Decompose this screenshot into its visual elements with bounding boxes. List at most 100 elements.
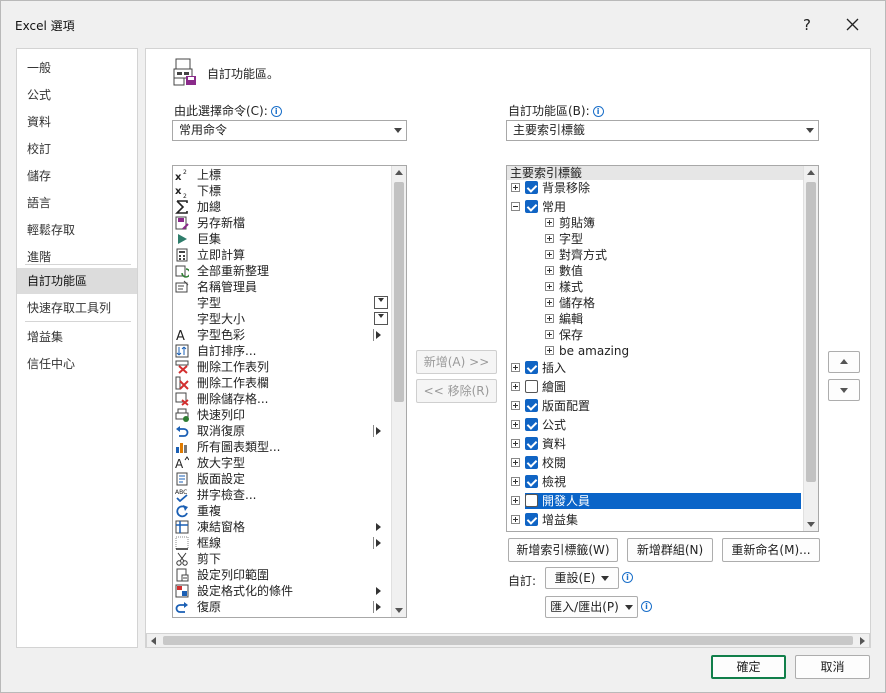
- new-group-button[interactable]: 新增群組(N): [627, 538, 713, 562]
- ribbon-tab-node[interactable]: 增益集: [507, 512, 803, 528]
- collapse-icon[interactable]: [511, 202, 520, 211]
- command-item[interactable]: 刪除工作表欄: [173, 375, 393, 391]
- ribbon-group-node[interactable]: 數值: [507, 263, 803, 279]
- expand-icon[interactable]: [545, 234, 554, 243]
- horizontal-scrollbar[interactable]: [146, 633, 870, 648]
- move-up-button[interactable]: [828, 351, 860, 373]
- command-item[interactable]: x 2 上標: [173, 167, 393, 183]
- command-item[interactable]: 字型: [173, 295, 393, 311]
- tab-checkbox[interactable]: [525, 399, 538, 412]
- command-item[interactable]: 設定格式化的條件: [173, 583, 393, 599]
- command-item[interactable]: 加總: [173, 199, 393, 215]
- customize-ribbon-combo[interactable]: 主要索引標籤: [506, 120, 819, 141]
- nav-item[interactable]: 增益集: [17, 324, 137, 350]
- ribbon-tab-node[interactable]: 檢視: [507, 474, 803, 490]
- command-item[interactable]: 取消復原: [173, 423, 393, 439]
- nav-item[interactable]: 一般: [17, 55, 137, 81]
- ribbon-tree[interactable]: 主要索引標籤 背景移除 常用 剪貼簿 字型 對齊方式 數值 樣式 儲存格 編輯 保存 be amaz…: [506, 165, 819, 532]
- tab-checkbox[interactable]: [525, 513, 538, 526]
- ok-button[interactable]: 確定: [711, 655, 786, 679]
- command-item[interactable]: 巨集: [173, 231, 393, 247]
- ribbon-tab-node[interactable]: 背景移除: [507, 180, 803, 196]
- ribbon-tab-node[interactable]: 校閱: [507, 455, 803, 471]
- command-item[interactable]: 另存新檔: [173, 215, 393, 231]
- tab-checkbox[interactable]: [525, 181, 538, 194]
- nav-item[interactable]: 公式: [17, 82, 137, 108]
- expand-icon[interactable]: [511, 496, 520, 505]
- expand-icon[interactable]: [511, 515, 520, 524]
- expand-icon[interactable]: [545, 282, 554, 291]
- tab-checkbox[interactable]: [525, 380, 538, 393]
- help-button[interactable]: ?: [792, 11, 822, 39]
- tab-checkbox[interactable]: [525, 456, 538, 469]
- ribbon-group-node[interactable]: 字型: [507, 231, 803, 247]
- scroll-thumb[interactable]: [806, 182, 816, 482]
- tab-checkbox[interactable]: [525, 361, 538, 374]
- expand-icon[interactable]: [545, 298, 554, 307]
- rename-button[interactable]: 重新命名(M)...: [722, 538, 820, 562]
- scroll-thumb[interactable]: [163, 636, 853, 645]
- reset-button[interactable]: 重設(E): [545, 567, 619, 589]
- command-item[interactable]: 立即計算: [173, 247, 393, 263]
- scroll-thumb[interactable]: [394, 182, 404, 402]
- command-item[interactable]: 刪除儲存格...: [173, 391, 393, 407]
- command-item[interactable]: 名稱管理員: [173, 279, 393, 295]
- command-item[interactable]: 框線: [173, 535, 393, 551]
- expand-icon[interactable]: [511, 420, 520, 429]
- scroll-left-icon[interactable]: [151, 637, 156, 645]
- choose-commands-combo[interactable]: 常用命令: [172, 120, 407, 141]
- tab-checkbox[interactable]: [525, 437, 538, 450]
- command-item[interactable]: 字型大小: [173, 311, 393, 327]
- scroll-up-button[interactable]: [392, 166, 406, 180]
- tab-checkbox[interactable]: [525, 200, 538, 213]
- ribbon-tab-node[interactable]: 插入: [507, 360, 803, 376]
- ribbon-group-node[interactable]: 編輯: [507, 311, 803, 327]
- ribbon-group-node[interactable]: 儲存格: [507, 295, 803, 311]
- ribbon-group-node[interactable]: 剪貼簿: [507, 215, 803, 231]
- new-tab-button[interactable]: 新增索引標籤(W): [508, 538, 618, 562]
- command-item[interactable]: 自訂排序...: [173, 343, 393, 359]
- expand-icon[interactable]: [511, 458, 520, 467]
- expand-icon[interactable]: [545, 250, 554, 259]
- nav-item[interactable]: 校訂: [17, 136, 137, 162]
- ribbon-tab-node[interactable]: 開發人員: [507, 493, 803, 509]
- nav-item[interactable]: 資料: [17, 109, 137, 135]
- expand-icon[interactable]: [545, 330, 554, 339]
- command-item[interactable]: x 2 下標: [173, 183, 393, 199]
- nav-item[interactable]: 自訂功能區: [17, 268, 137, 294]
- ribbon-tab-node[interactable]: 繪圖: [507, 379, 803, 395]
- command-item[interactable]: 全部重新整理: [173, 263, 393, 279]
- ribbon-tab-node[interactable]: 公式: [507, 417, 803, 433]
- nav-item[interactable]: 信任中心: [17, 351, 137, 377]
- command-item[interactable]: 快速列印: [173, 407, 393, 423]
- ribbon-group-node[interactable]: be amazing: [507, 343, 803, 359]
- move-down-button[interactable]: [828, 379, 860, 401]
- ribbon-tab-node[interactable]: 資料: [507, 436, 803, 452]
- tree-scrollbar[interactable]: [803, 166, 818, 531]
- nav-item[interactable]: 快速存取工具列: [17, 295, 137, 321]
- import-export-button[interactable]: 匯入/匯出(P): [545, 596, 638, 618]
- ribbon-group-node[interactable]: 對齊方式: [507, 247, 803, 263]
- ribbon-group-node[interactable]: 保存: [507, 327, 803, 343]
- command-item[interactable]: 凍結窗格: [173, 519, 393, 535]
- nav-item[interactable]: 進階: [17, 244, 137, 270]
- scroll-down-button[interactable]: [804, 517, 818, 531]
- scroll-right-icon[interactable]: [860, 637, 865, 645]
- expand-icon[interactable]: [511, 183, 520, 192]
- expand-icon[interactable]: [511, 382, 520, 391]
- command-item[interactable]: A 放大字型: [173, 455, 393, 471]
- close-button[interactable]: [837, 11, 867, 39]
- expand-icon[interactable]: [511, 363, 520, 372]
- tab-checkbox[interactable]: [525, 418, 538, 431]
- expand-icon[interactable]: [511, 477, 520, 486]
- command-item[interactable]: 復原: [173, 599, 393, 615]
- expand-icon[interactable]: [545, 346, 554, 355]
- commands-scrollbar[interactable]: [391, 166, 406, 617]
- command-item[interactable]: 版面設定: [173, 471, 393, 487]
- tab-checkbox[interactable]: [525, 475, 538, 488]
- expand-icon[interactable]: [545, 266, 554, 275]
- command-item[interactable]: 重複: [173, 503, 393, 519]
- ribbon-tab-node[interactable]: 版面配置: [507, 398, 803, 414]
- command-item[interactable]: 所有圖表類型...: [173, 439, 393, 455]
- expand-icon[interactable]: [511, 439, 520, 448]
